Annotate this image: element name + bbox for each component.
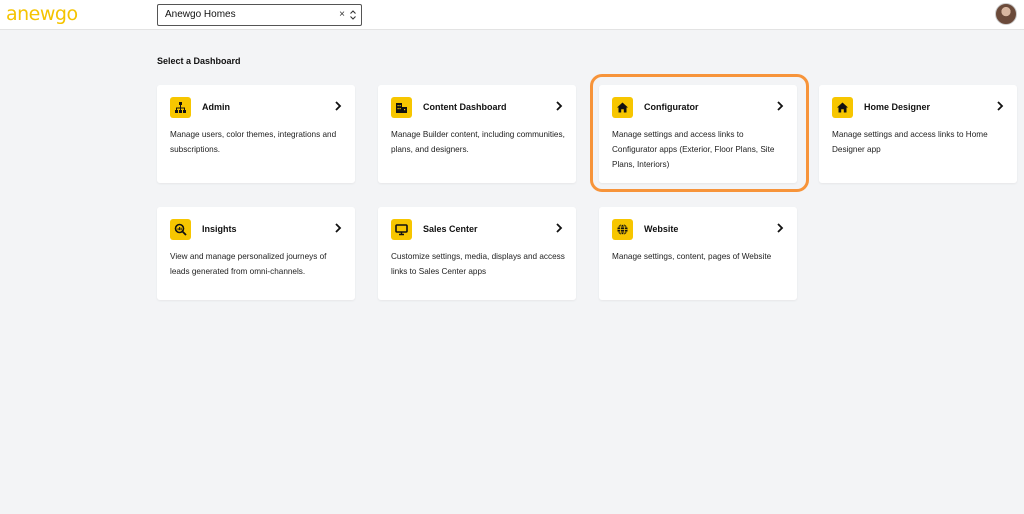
card-title: Sales Center [423, 224, 478, 234]
clear-icon[interactable]: × [339, 5, 345, 25]
anewgo-logo[interactable]: anewgo [6, 3, 78, 25]
chevron-updown-icon[interactable] [349, 9, 357, 21]
card-description: Manage Builder content, including commun… [391, 130, 565, 154]
dashboard-card-insights[interactable]: Insights View and manage personalized jo… [157, 207, 355, 300]
card-title: Insights [202, 224, 237, 234]
card-description: Customize settings, media, displays and … [391, 252, 565, 276]
buildings-icon [391, 97, 412, 118]
org-chart-icon [170, 97, 191, 118]
configurator-highlight-outline [590, 74, 809, 192]
chevron-right-icon [997, 101, 1004, 111]
home-icon [832, 97, 853, 118]
card-title: Content Dashboard [423, 102, 507, 112]
page-title: Select a Dashboard [157, 56, 241, 66]
top-bar: anewgo Anewgo Homes × [0, 0, 1024, 30]
analytics-search-icon [170, 219, 191, 240]
dashboard-card-sales-center[interactable]: Sales Center Customize settings, media, … [378, 207, 576, 300]
card-description: Manage settings and access links to Home… [832, 130, 988, 154]
chevron-right-icon [556, 101, 563, 111]
card-title: Home Designer [864, 102, 931, 112]
chevron-right-icon [335, 223, 342, 233]
chevron-right-icon [777, 223, 784, 233]
user-avatar[interactable] [995, 3, 1017, 25]
chevron-right-icon [335, 101, 342, 111]
card-title: Admin [202, 102, 230, 112]
dashboard-card-admin[interactable]: Admin Manage users, color themes, integr… [157, 85, 355, 183]
card-description: Manage settings, content, pages of Websi… [612, 252, 772, 261]
project-select[interactable]: Anewgo Homes × [157, 4, 362, 26]
card-description: Manage users, color themes, integrations… [170, 130, 337, 154]
project-select-value: Anewgo Homes [165, 9, 236, 20]
card-description: View and manage personalized journeys of… [170, 252, 327, 276]
card-title: Website [644, 224, 679, 234]
monitor-icon [391, 219, 412, 240]
dashboard-card-home-designer[interactable]: Home Designer Manage settings and access… [819, 85, 1017, 183]
globe-icon [612, 219, 633, 240]
dashboard-card-content-dashboard[interactable]: Content Dashboard Manage Builder content… [378, 85, 576, 183]
chevron-right-icon [556, 223, 563, 233]
dashboard-card-website[interactable]: Website Manage settings, content, pages … [599, 207, 797, 300]
